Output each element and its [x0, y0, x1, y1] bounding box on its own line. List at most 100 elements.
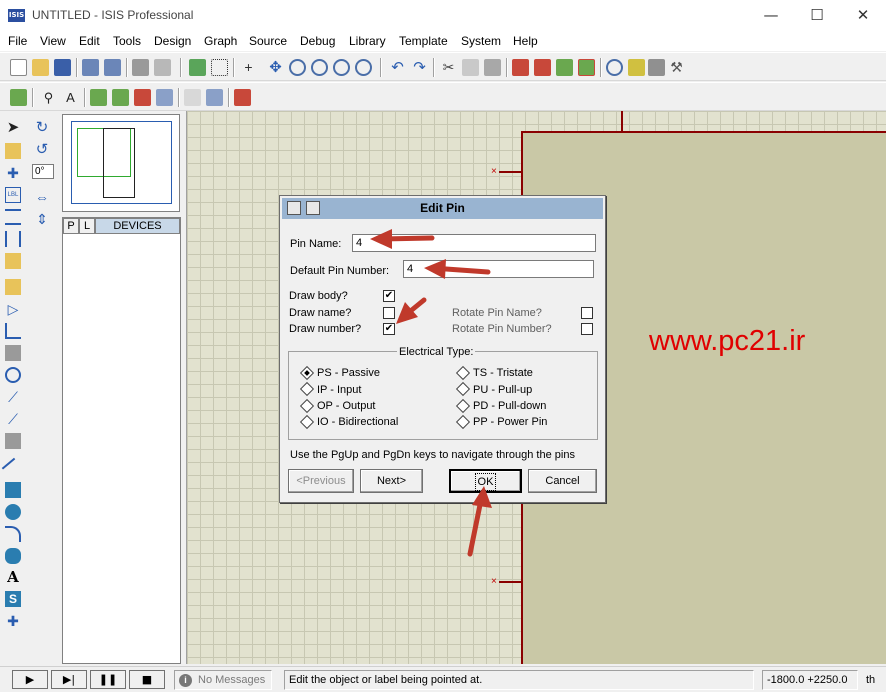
overview-window[interactable]: [62, 114, 180, 212]
rotate-anticlockwise-icon[interactable]: ↺: [34, 142, 50, 158]
zoom-out-icon[interactable]: [311, 59, 328, 76]
bill-of-materials-icon[interactable]: [184, 89, 201, 106]
undo-icon[interactable]: ↶: [389, 59, 406, 76]
new-file-icon[interactable]: [10, 59, 27, 76]
decompose-icon[interactable]: ⚒: [668, 59, 685, 76]
voltage-probe-icon[interactable]: ⟋: [5, 389, 21, 405]
next-button[interactable]: Next>: [360, 469, 423, 493]
menu-edit[interactable]: Edit: [79, 34, 100, 48]
origin-icon[interactable]: +: [240, 59, 257, 76]
electrical-rules-icon[interactable]: [206, 89, 223, 106]
close-button[interactable]: ✕: [840, 0, 886, 31]
pick-devices-tab[interactable]: P: [63, 218, 79, 234]
add-sheet-icon[interactable]: [112, 89, 129, 106]
virtual-instruments-icon[interactable]: [5, 433, 21, 449]
bus-icon[interactable]: [5, 231, 21, 247]
menu-view[interactable]: View: [40, 34, 66, 48]
radio-output-label[interactable]: OP - Output: [317, 400, 376, 412]
save-icon[interactable]: [54, 59, 71, 76]
block-delete-icon[interactable]: [578, 59, 595, 76]
rotate-clockwise-icon[interactable]: ↻: [34, 120, 50, 136]
redo-icon[interactable]: ↷: [411, 59, 428, 76]
play-button[interactable]: ▶: [12, 670, 48, 689]
menu-tools[interactable]: Tools: [113, 34, 141, 48]
messages-pane[interactable]: i No Messages: [174, 670, 272, 690]
menu-library[interactable]: Library: [349, 34, 386, 48]
pause-button[interactable]: ❚❚: [90, 670, 126, 689]
remove-sheet-icon[interactable]: [134, 89, 151, 106]
redraw-icon[interactable]: [189, 59, 206, 76]
radio-passive-label[interactable]: PS - Passive: [317, 367, 380, 379]
radio-bidirectional-label[interactable]: IO - Bidirectional: [317, 416, 398, 428]
pin-line-bottom[interactable]: [499, 581, 521, 583]
rotate-pin-number-checkbox[interactable]: [581, 323, 593, 335]
menu-file[interactable]: File: [8, 34, 27, 48]
zoom-area-icon[interactable]: [355, 59, 372, 76]
tape-recorder-icon[interactable]: [5, 345, 21, 361]
import-icon[interactable]: [82, 59, 99, 76]
exit-to-parent-icon[interactable]: [156, 89, 173, 106]
wire-autorouter-icon[interactable]: [10, 89, 27, 106]
draw-body-checkbox[interactable]: ✔: [383, 290, 395, 302]
print-icon[interactable]: [132, 59, 149, 76]
open-folder-icon[interactable]: [32, 59, 49, 76]
cancel-button[interactable]: Cancel: [528, 469, 597, 493]
minimize-button[interactable]: —: [748, 0, 794, 31]
box-icon[interactable]: [5, 482, 21, 498]
mirror-horizontal-icon[interactable]: ⇔: [34, 189, 50, 205]
new-sheet-icon[interactable]: [90, 89, 107, 106]
export-icon[interactable]: [104, 59, 121, 76]
block-rotate-icon[interactable]: [556, 59, 573, 76]
radio-pull-up-label[interactable]: PU - Pull-up: [473, 384, 532, 396]
symbol-icon[interactable]: S: [5, 591, 21, 607]
zoom-in-icon[interactable]: [289, 59, 306, 76]
wire-label-icon[interactable]: LBL: [5, 187, 21, 203]
print-area-icon[interactable]: [154, 59, 171, 76]
ok-button[interactable]: OK: [449, 469, 522, 493]
radio-power-pin-label[interactable]: PP - Power Pin: [473, 416, 547, 428]
menu-help[interactable]: Help: [513, 34, 538, 48]
menu-graph[interactable]: Graph: [204, 34, 237, 48]
radio-pull-down-label[interactable]: PD - Pull-down: [473, 400, 546, 412]
mirror-vertical-icon[interactable]: ⇕: [34, 211, 50, 227]
paste-icon[interactable]: [484, 59, 501, 76]
path-icon[interactable]: [5, 548, 21, 564]
radio-input-label[interactable]: IP - Input: [317, 384, 361, 396]
units-indicator[interactable]: th: [866, 674, 875, 686]
copy-icon[interactable]: [462, 59, 479, 76]
cut-icon[interactable]: ✂: [440, 59, 457, 76]
ares-netlist-icon[interactable]: [234, 89, 251, 106]
marker-icon[interactable]: ✚: [5, 613, 21, 629]
step-button[interactable]: ▶|: [51, 670, 87, 689]
line-icon[interactable]: [1, 457, 25, 481]
arc-icon[interactable]: [5, 526, 21, 542]
menu-template[interactable]: Template: [399, 34, 448, 48]
selection-mode-icon[interactable]: ➤: [5, 120, 21, 136]
graph-mode-icon[interactable]: [5, 323, 21, 339]
draw-name-checkbox[interactable]: [383, 307, 395, 319]
component-mode-icon[interactable]: [5, 143, 21, 159]
generator-icon[interactable]: [5, 367, 21, 383]
menu-system[interactable]: System: [461, 34, 501, 48]
make-device-icon[interactable]: [628, 59, 645, 76]
grid-icon[interactable]: [211, 59, 228, 76]
text-icon[interactable]: A: [5, 569, 21, 585]
block-copy-icon[interactable]: [512, 59, 529, 76]
library-tab[interactable]: L: [79, 218, 95, 234]
property-tool-icon[interactable]: A: [62, 89, 79, 106]
pick-device-icon[interactable]: [606, 59, 623, 76]
previous-button[interactable]: <Previous: [288, 469, 354, 493]
current-probe-icon[interactable]: ⟋: [5, 411, 21, 427]
block-move-icon[interactable]: [534, 59, 551, 76]
circle-icon[interactable]: [5, 504, 21, 520]
pin-line-top[interactable]: [499, 171, 521, 173]
menu-design[interactable]: Design: [154, 34, 191, 48]
search-icon[interactable]: ⚲: [40, 89, 57, 106]
junction-dot-icon[interactable]: ✚: [5, 165, 21, 181]
maximize-button[interactable]: ☐: [794, 0, 840, 31]
terminals-icon[interactable]: [5, 279, 21, 295]
draw-number-checkbox[interactable]: ✔: [383, 323, 395, 335]
subcircuit-icon[interactable]: [5, 253, 21, 269]
menu-source[interactable]: Source: [249, 34, 287, 48]
default-pin-number-input[interactable]: 4: [403, 260, 594, 278]
